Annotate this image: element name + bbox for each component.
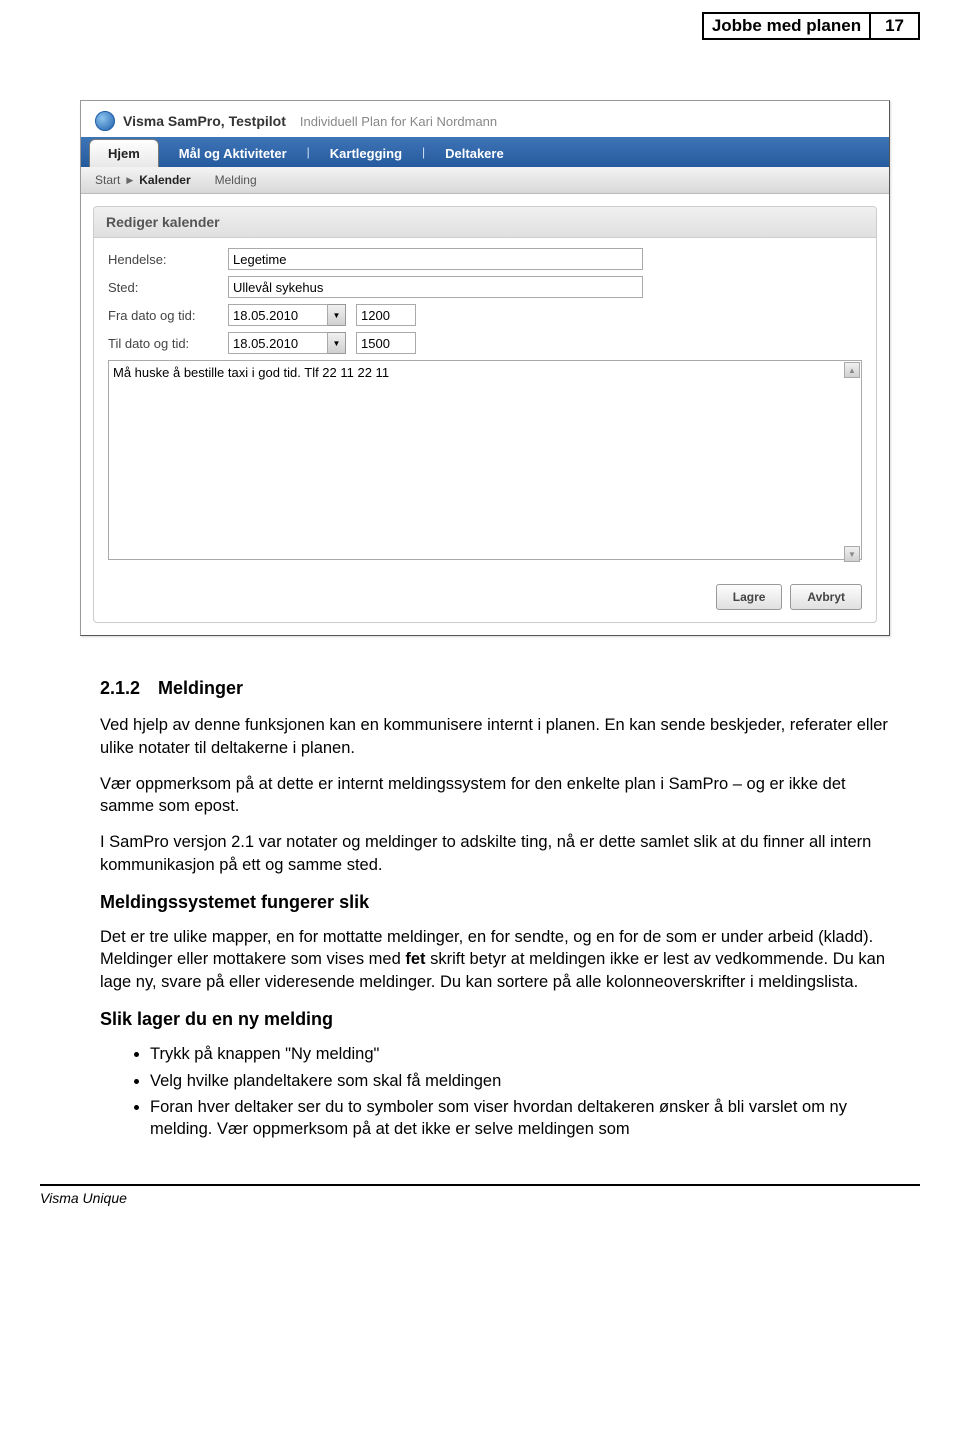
tab-separator-icon: |	[422, 145, 425, 159]
paragraph: Det er tre ulike mapper, en for mottatte…	[100, 926, 890, 993]
til-date-group: ▼	[228, 332, 346, 354]
panel-title: Rediger kalender	[94, 207, 876, 238]
app-screenshot: Visma SamPro, Testpilot Individuell Plan…	[80, 100, 890, 636]
subheading: Slik lager du en ny melding	[100, 1007, 890, 1031]
row-fra: Fra dato og tid: ▼	[108, 304, 862, 326]
save-button[interactable]: Lagre	[716, 584, 783, 610]
subtab-kalender[interactable]: Kalender	[139, 173, 190, 187]
chevron-down-icon: ▼	[333, 339, 341, 348]
tab-separator-icon: |	[307, 145, 310, 159]
notes-wrap: ▲ ▼	[108, 360, 862, 564]
app-subtitle: Individuell Plan for Kari Nordmann	[300, 114, 497, 129]
page-header-title: Jobbe med planen	[702, 12, 871, 40]
row-til: Til dato og tid: ▼	[108, 332, 862, 354]
panel-footer: Lagre Avbryt	[94, 574, 876, 622]
row-sted: Sted:	[108, 276, 862, 298]
input-til-time[interactable]	[356, 332, 416, 354]
tab-deltakere[interactable]: Deltakere	[427, 140, 522, 167]
section-heading: 2.1.2 Meldinger	[100, 676, 890, 700]
cancel-button[interactable]: Avbryt	[790, 584, 862, 610]
label-hendelse: Hendelse:	[108, 252, 228, 267]
sub-tabs: Start ▶ Kalender Melding	[81, 167, 889, 194]
page-header: Jobbe med planen 17	[0, 0, 960, 40]
subtab-melding[interactable]: Melding	[215, 173, 257, 187]
input-fra-time[interactable]	[356, 304, 416, 326]
subheading: Meldingssystemet fungerer slik	[100, 890, 890, 914]
paragraph: Ved hjelp av denne funksjonen kan en kom…	[100, 714, 890, 759]
fra-date-picker-button[interactable]: ▼	[328, 304, 346, 326]
textarea-notes[interactable]	[108, 360, 862, 560]
panel-body: Hendelse: Sted: Fra dato og tid: ▼ Til d…	[94, 238, 876, 574]
paragraph: I SamPro versjon 2.1 var notater og meld…	[100, 831, 890, 876]
section-title: Meldinger	[158, 678, 243, 698]
tab-kartlegging[interactable]: Kartlegging	[312, 140, 420, 167]
edit-calendar-panel: Rediger kalender Hendelse: Sted: Fra dat…	[93, 206, 877, 623]
scroll-up-icon[interactable]: ▲	[844, 362, 860, 378]
list-item: Foran hver deltaker ser du to symboler s…	[150, 1096, 890, 1141]
tab-hjem[interactable]: Hjem	[89, 139, 159, 167]
app-topbar: Visma SamPro, Testpilot Individuell Plan…	[81, 101, 889, 137]
chevron-right-icon: ▶	[126, 175, 133, 186]
app-logo-icon	[95, 111, 115, 131]
bold-text: fet	[405, 950, 425, 968]
input-til-date[interactable]	[228, 332, 328, 354]
fra-date-group: ▼	[228, 304, 346, 326]
chevron-down-icon: ▼	[333, 311, 341, 320]
list-item: Trykk på knappen "Ny melding"	[150, 1043, 890, 1065]
label-fra: Fra dato og tid:	[108, 308, 228, 323]
document-body: 2.1.2 Meldinger Ved hjelp av denne funksj…	[0, 676, 960, 1164]
page-number: 17	[871, 12, 920, 40]
paragraph: Vær oppmerksom på at dette er internt me…	[100, 773, 890, 818]
scroll-down-icon[interactable]: ▼	[844, 546, 860, 562]
til-date-picker-button[interactable]: ▼	[328, 332, 346, 354]
label-sted: Sted:	[108, 280, 228, 295]
input-sted[interactable]	[228, 276, 643, 298]
list-item: Velg hvilke plandeltakere som skal få me…	[150, 1070, 890, 1092]
subtab-start[interactable]: Start	[95, 173, 120, 187]
row-hendelse: Hendelse:	[108, 248, 862, 270]
app-name: Visma SamPro, Testpilot	[123, 113, 286, 129]
input-fra-date[interactable]	[228, 304, 328, 326]
input-hendelse[interactable]	[228, 248, 643, 270]
main-tabs: Hjem Mål og Aktiviteter | Kartlegging | …	[81, 137, 889, 167]
tab-maal[interactable]: Mål og Aktiviteter	[161, 140, 305, 167]
label-til: Til dato og tid:	[108, 336, 228, 351]
bullet-list: Trykk på knappen "Ny melding" Velg hvilk…	[100, 1043, 890, 1140]
page-footer: Visma Unique	[40, 1184, 920, 1226]
section-number: 2.1.2	[100, 678, 140, 698]
